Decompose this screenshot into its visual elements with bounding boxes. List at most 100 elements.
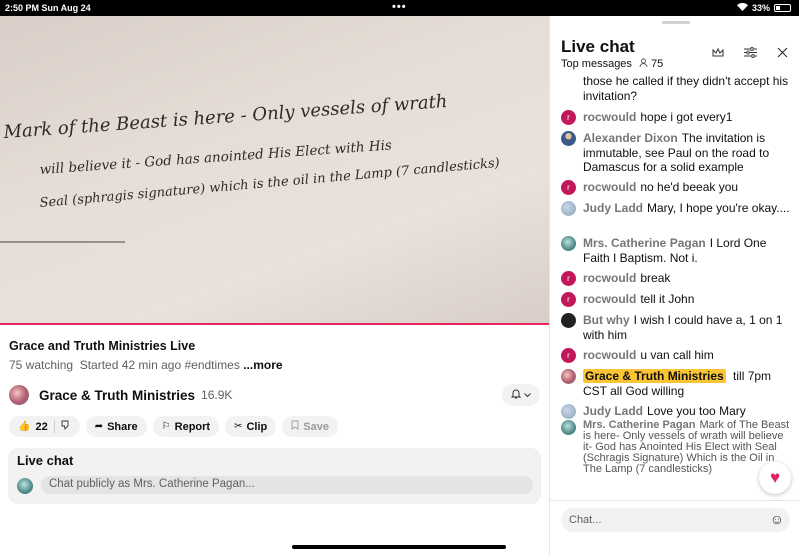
battery-icon	[774, 4, 791, 12]
message-text: Mary, I hope you're okay....	[647, 201, 790, 215]
like-button[interactable]: 👍 22	[18, 421, 48, 433]
avatar: r	[561, 110, 576, 125]
viewers-icon	[639, 58, 651, 70]
handwriting-line-1: Mark of the Beast is here - Only vessels…	[2, 91, 448, 143]
live-chat-panel: those he called if they didn't accept hi…	[549, 16, 799, 555]
message-author[interactable]: rocwould	[583, 292, 636, 306]
chat-message[interactable]: Judy Ladd Love you too Mary	[561, 404, 791, 419]
more-link[interactable]: ...more	[243, 358, 282, 372]
message-text: tell it John	[640, 292, 695, 306]
emoji-icon[interactable]: ☺	[770, 511, 784, 527]
bookmark-icon	[291, 420, 299, 433]
crown-icon[interactable]	[712, 46, 724, 61]
channel-avatar[interactable]	[9, 385, 29, 405]
status-time: 2:50 PM Sun Aug 24	[5, 3, 91, 13]
chat-message[interactable]: r rocwould no he'd beeak you	[561, 180, 791, 195]
message-author[interactable]: rocwould	[583, 110, 636, 124]
status-right: 33%	[736, 3, 791, 13]
close-icon[interactable]	[777, 46, 788, 61]
avatar: r	[561, 292, 576, 307]
chat-input-area: Chat... ☺	[550, 500, 799, 555]
message-author[interactable]: Mrs. Catherine Pagan	[583, 236, 706, 250]
chat-message[interactable]: r rocwould tell it John	[561, 292, 791, 307]
chat-message[interactable]: Judy Ladd Mary, I hope you're okay....	[561, 201, 791, 216]
notification-bell-button[interactable]	[502, 384, 540, 406]
share-icon: ➦	[94, 421, 104, 432]
message-author[interactable]: rocwould	[583, 348, 636, 362]
avatar	[561, 313, 576, 328]
avatar	[561, 201, 576, 216]
thumbs-up-icon: 👍	[18, 421, 31, 432]
avatar: r	[561, 180, 576, 195]
video-player[interactable]: Mark of the Beast is here - Only vessels…	[0, 16, 549, 323]
chevron-down-icon	[524, 390, 531, 401]
channel-name[interactable]: Grace & Truth Ministries	[39, 388, 195, 403]
live-chat-preview[interactable]: Live chat Chat publicly as Mrs. Catherin…	[8, 448, 541, 504]
share-button[interactable]: ➦ Share	[85, 416, 147, 437]
owner-author-badge[interactable]: Grace & Truth Ministries	[583, 369, 726, 383]
message-author[interactable]: Alexander Dixon	[583, 131, 678, 145]
bell-icon	[510, 388, 522, 402]
settings-sliders-icon[interactable]	[744, 46, 757, 61]
live-chat-preview-title: Live chat	[17, 453, 74, 468]
chat-message[interactable]: Mrs. Catherine Pagan I Lord One Faith I B…	[561, 236, 791, 265]
hashtag-link[interactable]: #endtimes	[184, 358, 239, 372]
viewer-count: 75	[651, 58, 664, 70]
whiteboard-handwriting: Mark of the Beast is here - Only vessels…	[0, 91, 500, 243]
partial-message: those he called if they didn't accept hi…	[583, 74, 789, 103]
home-indicator[interactable]	[292, 545, 506, 549]
message-author[interactable]: Judy Ladd	[583, 201, 643, 215]
thumbs-down-icon[interactable]	[61, 420, 71, 433]
drag-handle[interactable]	[662, 21, 690, 24]
chat-message[interactable]: r rocwould u van call him	[561, 348, 791, 363]
message-text: u van call him	[640, 348, 714, 362]
multitasking-dots[interactable]: •••	[392, 1, 407, 13]
video-title: Grace and Truth Ministries Live	[9, 339, 196, 353]
chat-input[interactable]: Chat... ☺	[561, 508, 790, 532]
chat-input-placeholder: Chat...	[569, 514, 602, 526]
chat-message[interactable]: Grace & Truth Ministries till 7pm CST al…	[561, 369, 791, 398]
wifi-icon	[736, 3, 748, 13]
chat-header: Live chat Top messages 75	[550, 16, 799, 76]
like-dislike-group: 👍 22	[9, 416, 80, 437]
chat-title: Live chat	[561, 37, 635, 56]
like-count: 22	[35, 420, 48, 433]
report-button[interactable]: ⚐ Report	[152, 416, 220, 437]
share-label: Share	[107, 420, 138, 433]
avatar	[561, 369, 576, 384]
subscriber-count: 16.9K	[201, 388, 233, 402]
message-text: break	[640, 271, 671, 285]
watching-count: 75 watching	[9, 358, 74, 372]
chat-message[interactable]: r rocwould break	[561, 271, 791, 286]
message-text: no he'd beeak you	[640, 180, 739, 194]
chat-message[interactable]: But why I wish I could have a, 1 on 1 wit…	[561, 313, 791, 342]
channel-row[interactable]: Grace & Truth Ministries 16.9K	[9, 384, 232, 406]
message-author[interactable]: Judy Ladd	[583, 404, 643, 418]
flag-icon: ⚐	[161, 421, 171, 432]
avatar: r	[561, 271, 576, 286]
message-text: Love you too Mary	[647, 404, 746, 418]
chat-mode-selector[interactable]: Top messages 75	[561, 58, 663, 70]
chat-message[interactable]: r rocwould hope i got every1	[561, 110, 791, 125]
message-author[interactable]: But why	[583, 313, 630, 327]
save-label: Save	[303, 420, 329, 433]
chat-message[interactable]: Alexander Dixon The invitation is immutab…	[561, 131, 791, 175]
chat-mode-label: Top messages	[561, 58, 632, 70]
avatar	[561, 420, 576, 435]
status-bar: 2:50 PM Sun Aug 24 ••• 33%	[0, 0, 799, 16]
save-button[interactable]: Save	[282, 416, 338, 437]
message-author[interactable]: rocwould	[583, 180, 636, 194]
clip-button[interactable]: ✂ Clip	[225, 416, 277, 437]
message-author[interactable]: rocwould	[583, 271, 636, 285]
avatar: r	[561, 348, 576, 363]
battery-percent: 33%	[751, 3, 770, 13]
message-text: hope i got every1	[640, 110, 733, 124]
video-meta[interactable]: 75 watching Started 42 min ago #endtimes…	[9, 358, 283, 372]
chat-publicly-input[interactable]: Chat publicly as Mrs. Catherine Pagan...	[41, 476, 533, 494]
heart-icon: ♥	[769, 468, 781, 487]
heart-reaction-button[interactable]: ♥	[759, 462, 791, 494]
report-label: Report	[174, 420, 211, 433]
chat-message[interactable]: Mrs. Catherine Pagan Mark of The Beast is…	[561, 420, 791, 475]
video-progress-bar[interactable]	[0, 323, 549, 325]
avatar	[561, 236, 576, 251]
